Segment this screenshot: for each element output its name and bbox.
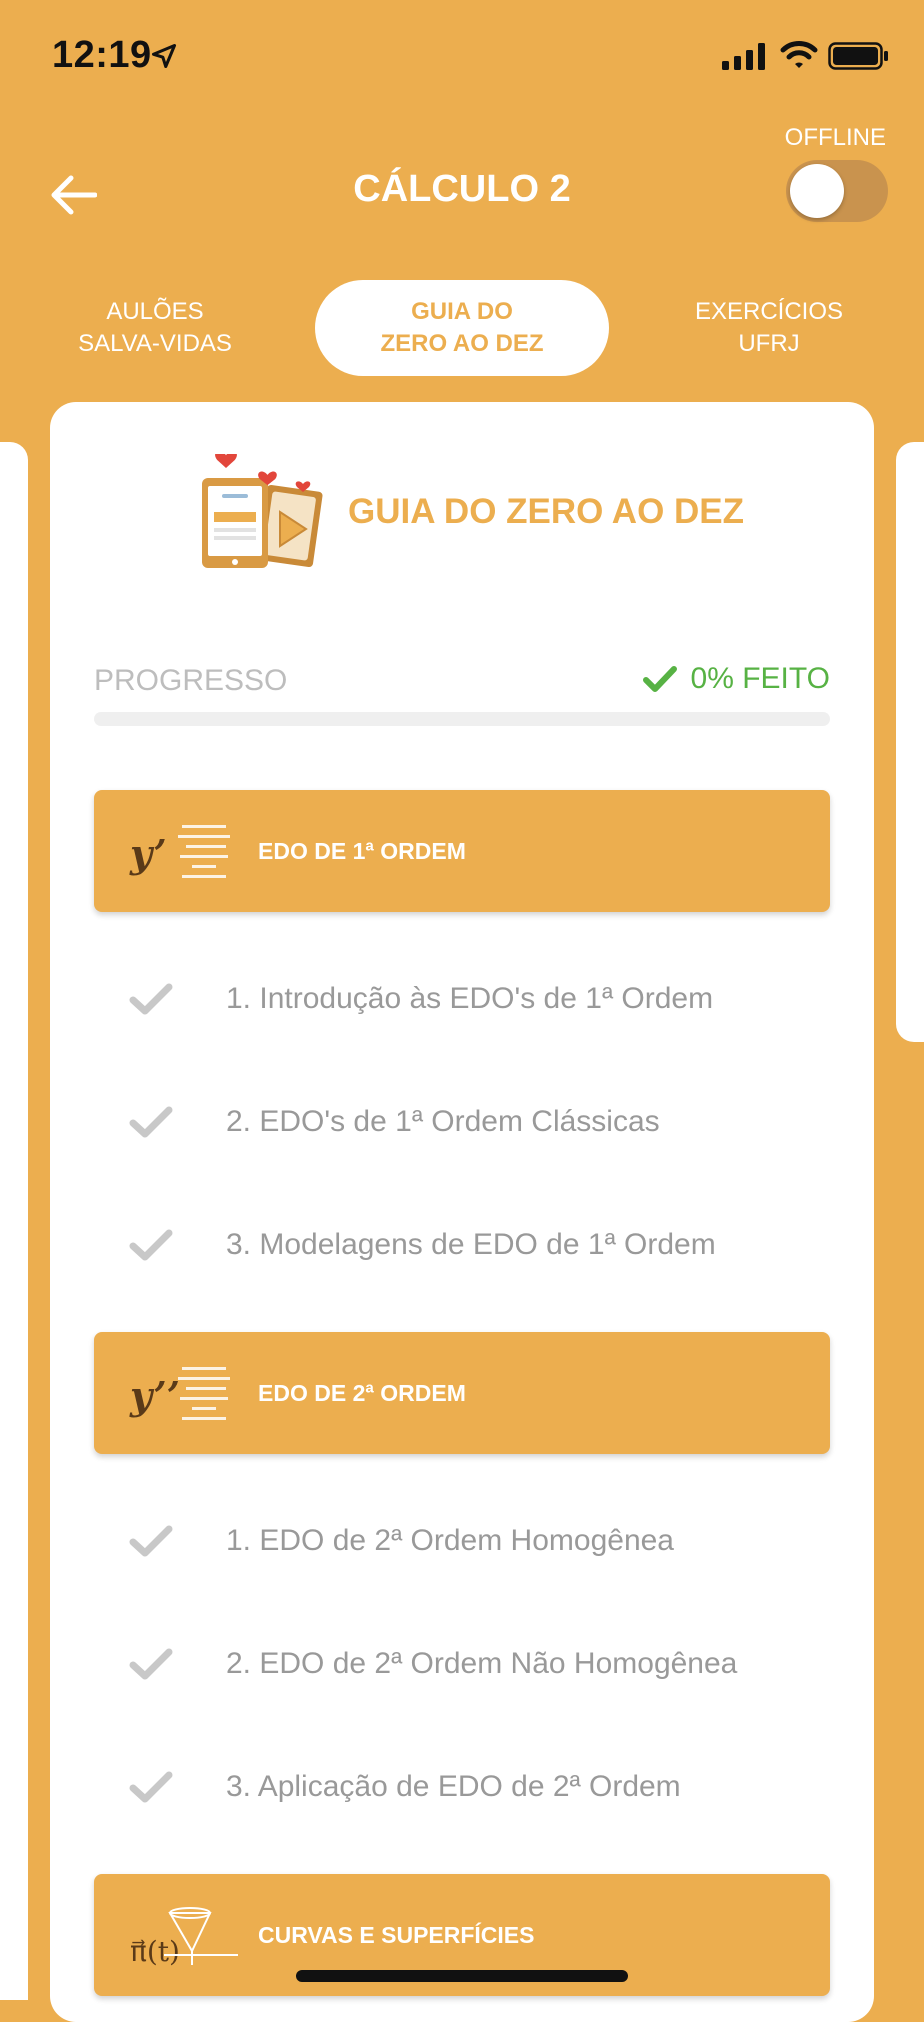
equation-y-prime-icon: y’ [130,811,240,891]
check-icon [129,983,173,1015]
offline-label: OFFLINE [784,124,886,151]
wifi-icon [780,40,818,75]
lesson-label: 2. EDO de 2ª Ordem Não Homogênea [226,1647,738,1680]
guide-heading: GUIA DO ZERO AO DEZ [348,492,745,531]
pi-vector-curve-icon: π⃗(t) [130,1895,240,1975]
tablet-video-illustration-icon [198,451,328,579]
section-edo-2-ordem[interactable]: y’’ EDO DE 2ª ORDEM [94,1332,830,1454]
tab-label-line: EXERCÍCIOS [694,298,844,325]
section-title: EDO DE 2ª ORDEM [258,1379,466,1406]
tab-guia-zero-ao-dez[interactable]: GUIA DO ZERO AO DEZ [315,280,609,376]
progress-bar [94,712,830,726]
battery-icon [828,42,890,75]
check-icon [129,1771,173,1803]
tab-auloes-salva-vidas[interactable]: AULÕES SALVA-VIDAS [40,280,270,376]
section-title: CURVAS E SUPERFÍCIES [258,1921,535,1948]
lesson-item[interactable]: 2. EDO's de 1ª Ordem Clássicas [94,1077,830,1167]
progress-percent: 0% FEITO [690,662,830,695]
next-card-edge[interactable] [896,442,924,1042]
progress-label: PROGRESSO [94,664,288,697]
tab-label-line: AULÕES [106,298,204,325]
lesson-item[interactable]: 1. Introdução às EDO's de 1ª Ordem [94,954,830,1044]
section-edo-1-ordem[interactable]: y’ EDO DE 1ª ORDEM [94,790,830,912]
check-icon [129,1648,173,1680]
lesson-item[interactable]: 1. EDO de 2ª Ordem Homogênea [94,1496,830,1586]
tab-label-line: GUIA DO [411,298,513,325]
section-icon-text: y’’ [130,1373,180,1418]
equation-y-double-prime-icon: y’’ [130,1353,240,1433]
offline-toggle[interactable] [786,160,888,222]
cellular-signal-icon [722,42,768,75]
lesson-item[interactable]: 2. EDO de 2ª Ordem Não Homogênea [94,1619,830,1709]
home-indicator [296,1970,628,1982]
status-time: 12:19 [52,34,152,76]
page-title: CÁLCULO 2 [353,168,571,210]
check-icon [129,1229,173,1261]
lesson-label: 2. EDO's de 1ª Ordem Clássicas [226,1105,660,1138]
tab-exercicios-ufrj[interactable]: EXERCÍCIOS UFRJ [654,280,884,376]
tab-label-line: ZERO AO DEZ [380,330,544,357]
progress-status: 0% FEITO [642,662,830,696]
section-icon-text: y’ [130,831,167,876]
lesson-label: 3. Aplicação de EDO de 2ª Ordem [226,1770,681,1803]
toggle-knob [790,164,844,218]
location-arrow-icon [150,42,178,75]
lesson-label: 3. Modelagens de EDO de 1ª Ordem [226,1228,716,1261]
status-bar: 12:19 [0,0,924,110]
tab-label-line: SALVA-VIDAS [78,330,232,357]
check-icon [129,1106,173,1138]
tab-label-line: UFRJ [738,330,800,357]
lesson-item[interactable]: 3. Aplicação de EDO de 2ª Ordem [94,1742,830,1832]
previous-card-edge[interactable] [0,442,28,2000]
back-button[interactable] [44,168,104,222]
check-icon [642,666,677,692]
arrow-left-icon [51,175,97,215]
check-icon [129,1525,173,1557]
section-title: EDO DE 1ª ORDEM [258,837,466,864]
guide-card: GUIA DO ZERO AO DEZ PROGRESSO 0% FEITO y… [50,402,874,2022]
lesson-label: 1. Introdução às EDO's de 1ª Ordem [226,982,714,1015]
lesson-label: 1. EDO de 2ª Ordem Homogênea [226,1524,674,1557]
lesson-item[interactable]: 3. Modelagens de EDO de 1ª Ordem [94,1200,830,1290]
